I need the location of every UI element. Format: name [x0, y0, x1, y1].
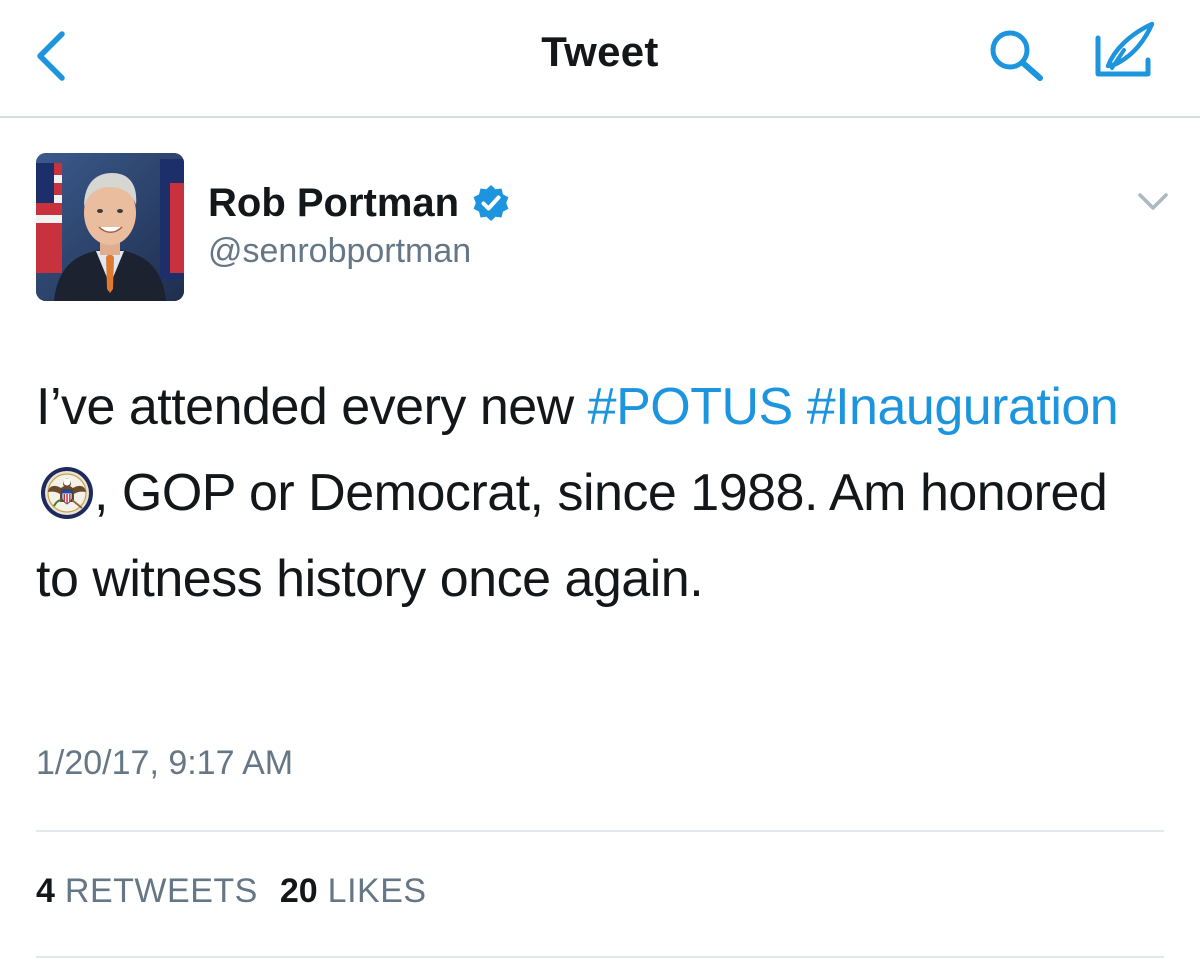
- compose-button[interactable]: [1090, 20, 1160, 82]
- navigation-bar: Tweet: [0, 0, 1200, 118]
- author-handle[interactable]: @senrobportman: [208, 232, 471, 271]
- tweet-text-part: , GOP or Democrat, since 1988. Am honore…: [36, 464, 1108, 608]
- hashtag-link[interactable]: #Inauguration: [807, 378, 1119, 436]
- likes-count: 20: [279, 872, 318, 910]
- tweet-timestamp: 1/20/17, 9:17 AM: [36, 744, 294, 782]
- chevron-down-icon: [1138, 193, 1168, 210]
- tweet-stats: 4 RETWEETS 20 LIKES: [36, 872, 427, 911]
- compose-icon: [1095, 21, 1155, 77]
- retweets-label: RETWEETS: [64, 872, 258, 910]
- author-name-row[interactable]: Rob Portman: [208, 178, 511, 228]
- divider: [36, 956, 1164, 958]
- retweets-count: 4: [36, 872, 55, 910]
- retweets-stat[interactable]: 4 RETWEETS: [36, 872, 258, 911]
- verified-badge-icon: [473, 185, 509, 221]
- avatar-photo: [36, 153, 184, 301]
- presidential-seal-emoji: [41, 467, 93, 519]
- divider: [36, 830, 1164, 832]
- author-name[interactable]: Rob Portman: [208, 181, 459, 226]
- tweet-text-space: [793, 378, 807, 436]
- search-icon: [990, 30, 1043, 81]
- likes-label: LIKES: [327, 872, 427, 910]
- tweet-text-part: I’ve attended every new: [36, 378, 588, 436]
- search-button[interactable]: [984, 26, 1050, 86]
- tweet-options-button[interactable]: [1136, 190, 1170, 214]
- tweet-text: I’ve attended every new #POTUS #Inaugura…: [36, 364, 1146, 622]
- avatar[interactable]: [36, 153, 184, 301]
- hashtag-link[interactable]: #POTUS: [588, 378, 794, 436]
- likes-stat[interactable]: 20 LIKES: [280, 872, 427, 911]
